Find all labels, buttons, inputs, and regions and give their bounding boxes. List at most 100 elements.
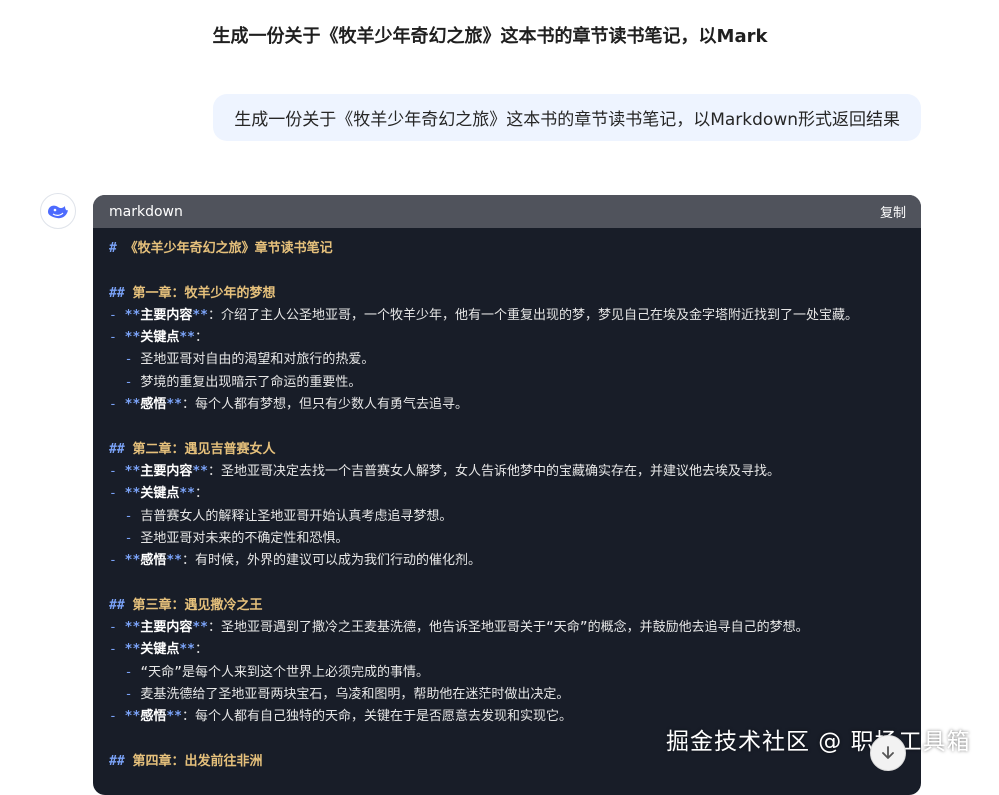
heading-marker: ##	[109, 597, 125, 613]
sub-item-text: 圣地亚哥对自由的渴望和对旅行的热爱。	[140, 352, 375, 368]
code-body: # 《牧羊少年奇幻之旅》章节读书笔记 ## 第一章：牧羊少年的梦想 - **主要内…	[93, 228, 921, 773]
item-text: ：圣地亚哥决定去找一个吉普赛女人解梦，女人告诉他梦中的宝藏确实存在，并建议他去埃…	[207, 463, 780, 479]
bold-label: 主要内容	[140, 307, 193, 323]
bold-marker: **	[124, 709, 141, 725]
bold-marker: **	[166, 397, 182, 413]
bold-marker: **	[124, 620, 141, 636]
code-line: # 《牧羊少年奇幻之旅》章节读书笔记	[109, 238, 905, 260]
item-text: ：介绍了主人公圣地亚哥，一个牧羊少年，他有一个重复出现的梦，梦见自己在埃及金字塔…	[207, 307, 858, 323]
bold-marker: **	[166, 553, 182, 569]
code-line: - **感悟**：每个人都有梦想，但只有少数人有勇气去追寻。	[109, 394, 905, 416]
bold-marker: **	[192, 620, 208, 636]
sub-item-text: 圣地亚哥对未来的不确定性和恐惧。	[140, 530, 349, 546]
item-text: ：	[194, 486, 208, 502]
heading-text: 《牧羊少年奇幻之旅》章节读书笔记	[124, 241, 333, 256]
code-line: - **关键点**：	[109, 639, 905, 661]
code-line: ## 第三章：遇见撒冷之王	[109, 595, 905, 617]
bold-marker: **	[124, 307, 141, 323]
watermark-text: 掘金技术社区 @ 职场工具箱	[666, 729, 971, 755]
sub-item-text: 梦境的重复出现暗示了命运的重要性。	[140, 374, 362, 390]
list-marker: -	[109, 330, 117, 346]
arrow-down-icon	[882, 746, 894, 759]
item-text: ：圣地亚哥遇到了撒冷之王麦基洗德，他告诉圣地亚哥关于“天命”的概念，并鼓励他去追…	[207, 620, 809, 636]
bold-label: 关键点	[140, 642, 180, 658]
code-line: - **感悟**：有时候，外界的建议可以成为我们行动的催化剂。	[109, 550, 905, 572]
list-marker: -	[109, 486, 117, 502]
user-message-bubble: 生成一份关于《牧羊少年奇幻之旅》这本书的章节读书笔记，以Markdown形式返回…	[213, 94, 921, 141]
code-block: markdown 复制 # 《牧羊少年奇幻之旅》章节读书笔记 ## 第一章：牧羊…	[93, 195, 921, 795]
code-language-label: markdown	[109, 203, 183, 220]
item-text: ：	[194, 642, 208, 658]
sub-list-marker: -	[109, 664, 133, 680]
list-marker: -	[109, 307, 117, 323]
deepseek-whale-logo-icon	[48, 205, 68, 219]
code-line: - **主要内容**：介绍了主人公圣地亚哥，一个牧羊少年，他有一个重复出现的梦，…	[109, 305, 905, 327]
heading-marker: ##	[109, 285, 125, 301]
bold-label: 感悟	[140, 709, 167, 725]
bold-marker: **	[192, 463, 208, 479]
bold-label: 主要内容	[140, 463, 193, 479]
code-line: - 梦境的重复出现暗示了命运的重要性。	[109, 372, 905, 394]
item-text: ：	[194, 330, 208, 346]
page-title: 生成一份关于《牧羊少年奇幻之旅》这本书的章节读书笔记，以Mark	[212, 26, 768, 47]
item-text: ：有时候，外界的建议可以成为我们行动的催化剂。	[181, 553, 481, 569]
bold-marker: **	[124, 330, 141, 346]
list-marker: -	[109, 553, 117, 569]
bold-marker: **	[124, 642, 141, 658]
bold-marker: **	[179, 486, 195, 502]
heading-text: 第四章：出发前往非洲	[132, 753, 263, 769]
item-text: ：每个人都有自己独特的天命，关键在于是否愿意去发现和实现它。	[181, 709, 572, 725]
code-line: - **主要内容**：圣地亚哥遇到了撒冷之王麦基洗德，他告诉圣地亚哥关于“天命”…	[109, 617, 905, 639]
sub-item-text: “天命”是每个人来到这个世界上必须完成的事情。	[140, 664, 429, 680]
code-line: - 麦基洗德给了圣地亚哥两块宝石，乌凌和图明，帮助他在迷茫时做出决定。	[109, 684, 905, 706]
bold-marker: **	[124, 463, 141, 479]
bold-marker: **	[124, 486, 141, 502]
sub-list-marker: -	[109, 508, 133, 524]
list-marker: -	[109, 620, 117, 636]
code-line: - 圣地亚哥对自由的渴望和对旅行的热爱。	[109, 349, 905, 371]
code-line: - **主要内容**：圣地亚哥决定去找一个吉普赛女人解梦，女人告诉他梦中的宝藏确…	[109, 461, 905, 483]
code-line: - “天命”是每个人来到这个世界上必须完成的事情。	[109, 662, 905, 684]
bold-marker: **	[124, 397, 141, 413]
bold-label: 关键点	[140, 486, 180, 502]
bold-label: 关键点	[140, 330, 180, 346]
bold-marker: **	[179, 642, 195, 658]
bold-marker: **	[124, 553, 141, 569]
bold-marker: **	[166, 709, 182, 725]
sub-item-text: 麦基洗德给了圣地亚哥两块宝石，乌凌和图明，帮助他在迷茫时做出决定。	[140, 686, 570, 702]
list-marker: -	[109, 397, 117, 413]
item-text: ：每个人都有梦想，但只有少数人有勇气去追寻。	[181, 397, 468, 413]
code-line: ## 第二章：遇见吉普赛女人	[109, 439, 905, 461]
bold-label: 主要内容	[140, 620, 193, 636]
copy-button[interactable]: 复制	[880, 202, 906, 221]
heading-marker: ##	[109, 753, 125, 769]
bold-marker: **	[179, 330, 195, 346]
assistant-avatar	[40, 193, 76, 229]
code-block-header: markdown 复制	[93, 195, 921, 228]
list-marker: -	[109, 642, 117, 658]
heading-text: 第三章：遇见撒冷之王	[132, 597, 263, 613]
bold-label: 感悟	[140, 397, 167, 413]
heading-text: 第一章：牧羊少年的梦想	[132, 285, 276, 301]
sub-list-marker: -	[109, 686, 133, 702]
scroll-down-button[interactable]	[870, 735, 906, 771]
code-line: - **关键点**：	[109, 327, 905, 349]
bold-marker: **	[192, 307, 208, 323]
list-marker: -	[109, 463, 117, 479]
sub-item-text: 吉普赛女人的解释让圣地亚哥开始认真考虑追寻梦想。	[140, 508, 453, 524]
code-line: - **关键点**：	[109, 483, 905, 505]
heading-text: 第二章：遇见吉普赛女人	[132, 441, 276, 457]
code-line: - 圣地亚哥对未来的不确定性和恐惧。	[109, 528, 905, 550]
sub-list-marker: -	[109, 530, 133, 546]
heading-marker: #	[109, 241, 117, 256]
bold-label: 感悟	[140, 553, 167, 569]
heading-marker: ##	[109, 441, 125, 457]
list-marker: -	[109, 709, 117, 725]
code-line: ## 第一章：牧羊少年的梦想	[109, 283, 905, 305]
code-line: - 吉普赛女人的解释让圣地亚哥开始认真考虑追寻梦想。	[109, 506, 905, 528]
sub-list-marker: -	[109, 374, 133, 390]
sub-list-marker: -	[109, 352, 133, 368]
